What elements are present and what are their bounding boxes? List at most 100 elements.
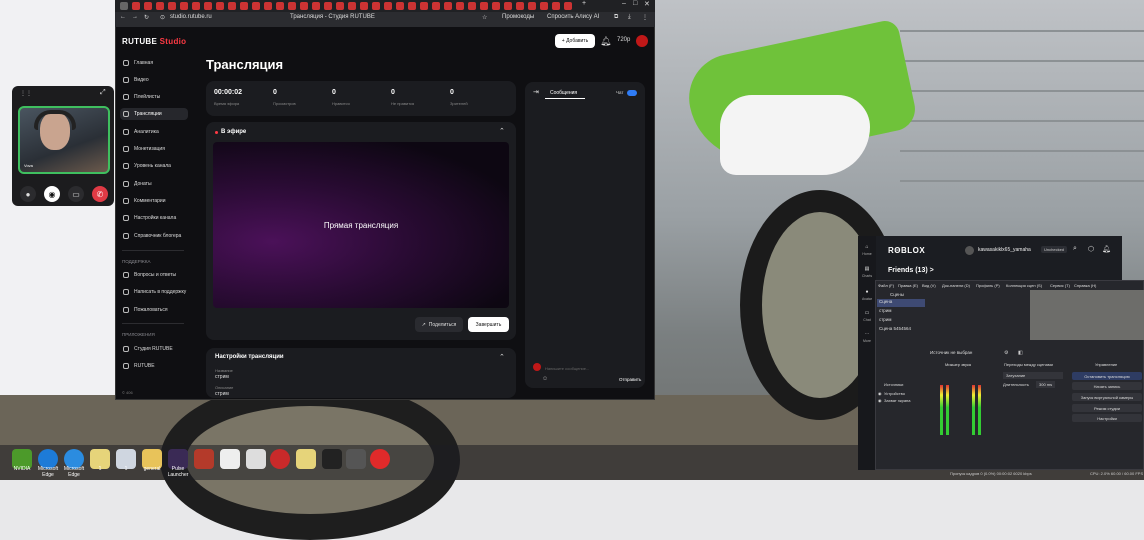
close-icon[interactable]: ✕ [644, 0, 650, 8]
bookmark-promocodes[interactable]: Промокоды [502, 14, 534, 20]
browser-tab[interactable] [312, 2, 320, 10]
browser-tab[interactable] [372, 2, 380, 10]
bookmark-icon[interactable]: ☆ [482, 14, 487, 21]
obs-menu-docks[interactable]: Док-панели (D) [942, 283, 970, 288]
browser-tab[interactable] [480, 2, 488, 10]
sidebar-item-video[interactable]: Видео [120, 74, 188, 86]
user-avatar[interactable] [965, 246, 974, 255]
rutube-logo[interactable]: RUTUBE Studio [122, 37, 186, 46]
settings-button[interactable]: Настройки [1072, 414, 1142, 422]
sidebar-item-monetization[interactable]: Монетизация [120, 143, 188, 155]
roblox-username[interactable]: kawasakiklx65_yamaha [978, 247, 1031, 253]
scene-item[interactable]: стрим [877, 308, 925, 316]
browser-tab[interactable] [384, 2, 392, 10]
obs-menu-help[interactable]: Справка (H) [1074, 283, 1096, 288]
forward-icon[interactable]: → [132, 14, 138, 20]
sidebar-item-playlists[interactable]: Плейлисты [120, 91, 188, 103]
browser-tab[interactable] [456, 2, 464, 10]
maximize-icon[interactable]: □ [633, 0, 637, 7]
browser-tab[interactable] [408, 2, 416, 10]
filter-icon[interactable]: ◧ [1018, 350, 1023, 356]
friends-heading[interactable]: Friends (13) > [888, 267, 934, 274]
sidebar-item-report[interactable]: Пожаловаться [120, 304, 188, 316]
obs-menu-tools[interactable]: Сервис (T) [1050, 283, 1070, 288]
reload-icon[interactable]: ↻ [144, 14, 149, 21]
start-recording-button[interactable]: Начать запись [1072, 382, 1142, 390]
obs-menu-edit[interactable]: Правка (E) [898, 283, 918, 288]
sidebar-item-analytics[interactable]: Аналитика [120, 126, 188, 138]
share-button[interactable]: ↗ Поделиться [415, 317, 463, 332]
browser-tab[interactable] [432, 2, 440, 10]
bell-icon[interactable]: 🔔︎ [1102, 245, 1111, 253]
browser-tab[interactable] [552, 2, 560, 10]
drag-handle-icon[interactable]: ⋮⋮ [20, 90, 32, 97]
new-tab-icon[interactable]: + [582, 0, 586, 7]
app-icon[interactable] [322, 449, 342, 469]
browser-tab[interactable] [504, 2, 512, 10]
obs-menu-file[interactable]: Файл (F) [878, 283, 894, 288]
scene-item[interactable]: Сцена [877, 299, 925, 307]
file-icon[interactable] [296, 449, 316, 469]
extensions-icon[interactable]: ⧉ [614, 14, 618, 21]
expand-icon[interactable]: ⤢ [100, 89, 106, 97]
transition-select[interactable]: Затухание [1003, 372, 1063, 379]
more-icon[interactable]: ⋯ [859, 331, 875, 337]
avatar[interactable] [636, 35, 648, 47]
sidebar-item-rutube-app[interactable]: RUTUBE [120, 360, 188, 372]
downloads-icon[interactable]: ⤓ [628, 14, 631, 21]
browser-tab[interactable] [288, 2, 296, 10]
browser-tab[interactable] [336, 2, 344, 10]
sidebar-item-blogger-guide[interactable]: Справочник блогера [120, 230, 188, 242]
collapse-icon[interactable]: ⌃ [499, 127, 505, 135]
send-button[interactable]: Отправить [619, 377, 641, 382]
url-text[interactable]: studio.rutube.ru [170, 14, 212, 20]
browser-tab[interactable] [228, 2, 236, 10]
minimize-icon[interactable]: – [622, 0, 626, 7]
chat-input[interactable]: Напишите сообщение... [545, 366, 589, 371]
collapse-icon[interactable]: ⌃ [499, 353, 505, 361]
menu-icon[interactable]: ⋮ [642, 14, 648, 21]
bookmark-alice[interactable]: Спросить Алису AI [547, 14, 599, 20]
setting-value[interactable]: стрим [215, 391, 229, 397]
app-icon[interactable] [346, 449, 366, 469]
browser-tab[interactable] [132, 2, 140, 10]
duration-input[interactable]: 300 ms [1036, 381, 1056, 388]
browser-tab[interactable] [468, 2, 476, 10]
search-icon[interactable]: ⌕ [1073, 245, 1077, 253]
obs-menu-scenes[interactable]: Коллекция сцен (S) [1006, 283, 1042, 288]
browser-tab[interactable] [360, 2, 368, 10]
browser-tab[interactable] [204, 2, 212, 10]
browser-tab[interactable] [300, 2, 308, 10]
browser-tab[interactable] [348, 2, 356, 10]
browser-tab[interactable] [192, 2, 200, 10]
robux-icon[interactable]: ⬡ [1088, 245, 1094, 253]
browser-tab[interactable] [564, 2, 572, 10]
chat-toggle[interactable] [627, 90, 637, 96]
screen-share-icon[interactable]: ▭ [68, 186, 84, 202]
charts-icon[interactable]: ▤ [859, 266, 875, 272]
browser-tab[interactable] [168, 2, 176, 10]
camera-icon[interactable]: ◉ [44, 186, 60, 202]
source-item[interactable]: Устройство [884, 391, 905, 396]
browser-tab[interactable] [420, 2, 428, 10]
file-icon[interactable] [246, 449, 266, 469]
sidebar-item-streams[interactable]: Трансляции [120, 108, 188, 120]
browser-tab[interactable] [216, 2, 224, 10]
sidebar-item-channel-level[interactable]: Уровень канала [120, 160, 188, 172]
sidebar-item-write-support[interactable]: Написать в поддержку [120, 286, 188, 298]
setting-value[interactable]: стрим [215, 374, 229, 380]
browser-tab[interactable] [540, 2, 548, 10]
scene-item[interactable]: Сцена 5454564 [877, 326, 925, 334]
studio-mode-button[interactable]: Режим студии [1072, 404, 1142, 412]
source-item[interactable]: Захват экрана [884, 398, 910, 403]
sidebar-item-home[interactable]: Главная [120, 57, 188, 69]
bell-icon[interactable]: 🔔︎ [600, 36, 611, 47]
browser-tab[interactable] [492, 2, 500, 10]
browser-tab[interactable] [240, 2, 248, 10]
browser-tab[interactable] [252, 2, 260, 10]
eye-icon[interactable]: ◉ [878, 398, 882, 403]
chat-tab-messages[interactable]: Сообщения [550, 90, 577, 96]
yandex-browser-icon[interactable] [370, 449, 390, 469]
gear-icon[interactable]: ⚙ [1004, 350, 1008, 356]
browser-tab[interactable] [180, 2, 188, 10]
